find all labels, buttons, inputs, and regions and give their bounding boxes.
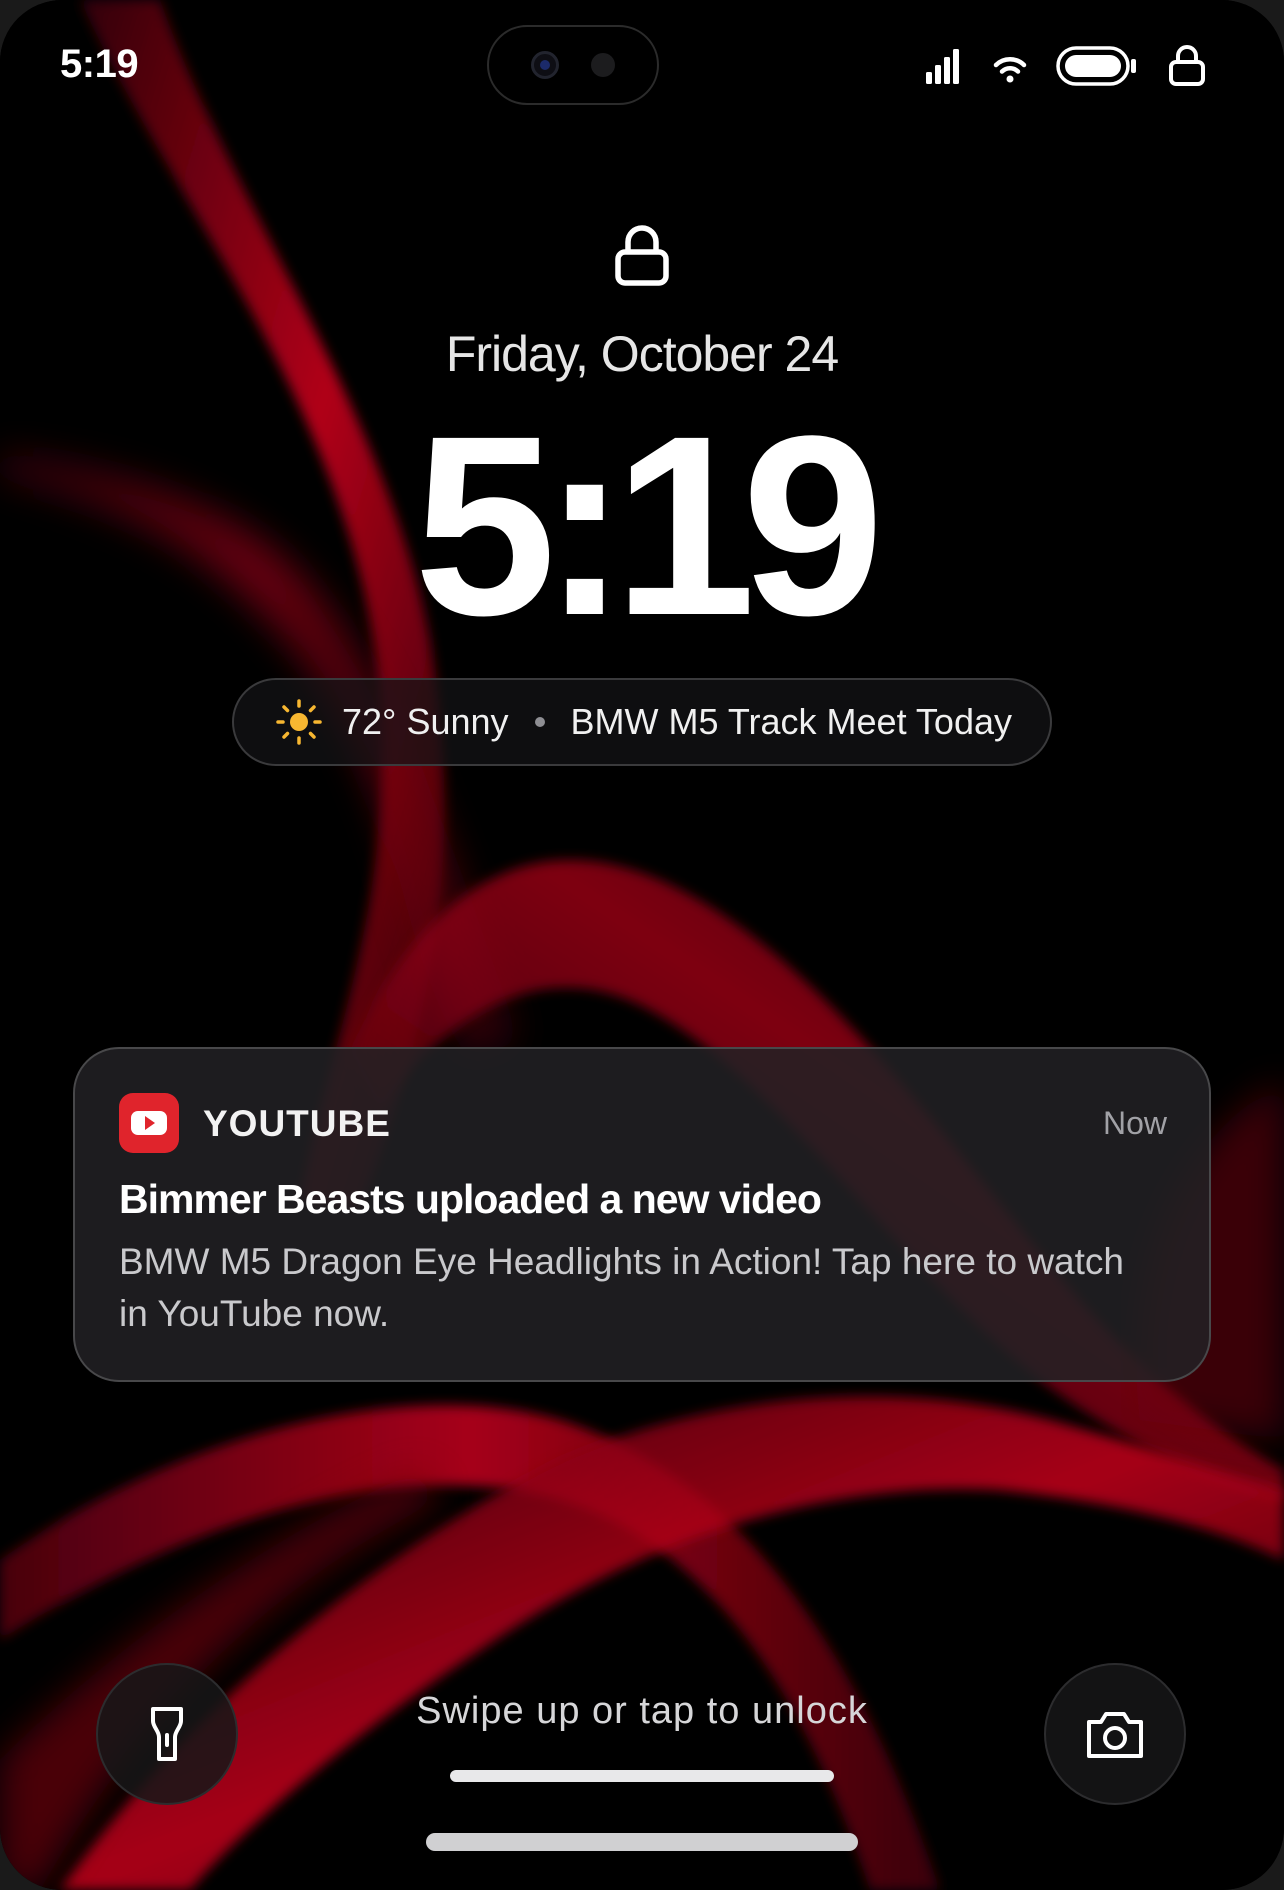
lock-icon (1169, 45, 1205, 86)
camera-icon (1087, 1712, 1143, 1758)
signal-icon (926, 49, 959, 84)
lock-clock: 5:19 (413, 383, 884, 669)
camera-button[interactable] (1044, 1663, 1186, 1805)
battery-icon (1056, 46, 1136, 86)
flashlight-button[interactable] (96, 1663, 238, 1805)
event-text: BMW M5 Track Meet Today (570, 701, 1012, 742)
weather-text: 72° Sunny (342, 701, 509, 742)
sun-icon (276, 699, 322, 745)
youtube-icon (119, 1093, 179, 1153)
home-indicator[interactable] (426, 1833, 858, 1851)
status-icons (0, 44, 1284, 94)
lock-date: Friday, October 24 (445, 326, 839, 382)
unlock-bar[interactable] (450, 1770, 834, 1782)
lock-screen: 5:19 Friday, October 24 5:19 72° Sunny B… (0, 0, 1284, 1890)
notification-card[interactable]: YOUTUBE Now Bimmer Beasts uploaded a new… (73, 1047, 1211, 1382)
notification-body: BMW M5 Dragon Eye Headlights in Action! … (119, 1241, 1124, 1334)
weather-event-widget[interactable]: 72° Sunny BMW M5 Track Meet Today (232, 678, 1052, 766)
notification-app-name: YOUTUBE (203, 1103, 391, 1144)
notification-time: Now (1102, 1105, 1167, 1141)
lock-icon (615, 225, 669, 286)
wifi-icon (993, 57, 1027, 83)
notification-title: Bimmer Beasts uploaded a new video (119, 1176, 822, 1222)
separator-dot (534, 717, 545, 727)
